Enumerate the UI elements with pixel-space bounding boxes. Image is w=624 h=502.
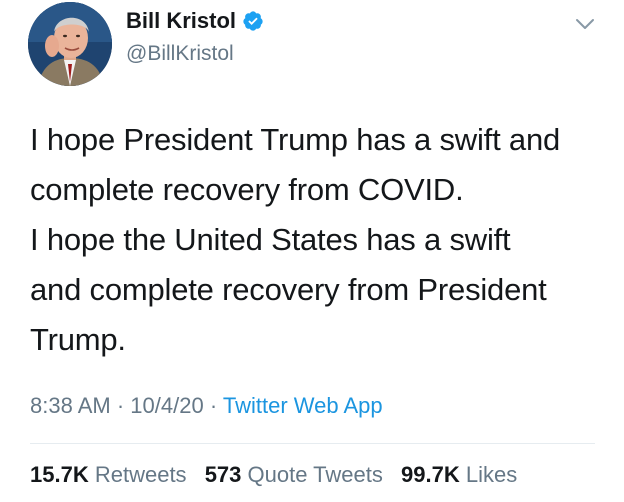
tweet-time[interactable]: 8:38 AM <box>30 393 111 418</box>
tweet-card: Bill Kristol @BillKristol I hope Preside… <box>0 0 624 502</box>
meta-separator: · <box>116 393 125 418</box>
avatar[interactable] <box>28 2 112 86</box>
tweet-text-line: I hope the United States has a swift <box>30 222 511 257</box>
author-handle[interactable]: @BillKristol <box>126 42 234 66</box>
tweet-text-line: complete recovery from COVID. <box>30 172 464 207</box>
divider <box>30 443 595 444</box>
quote-tweets-count: 573 <box>204 462 242 487</box>
author-display-name[interactable]: Bill Kristol <box>126 8 264 34</box>
verified-badge-icon <box>242 10 264 32</box>
author-name-text: Bill Kristol <box>126 8 237 33</box>
retweets-label: Retweets <box>94 462 187 487</box>
tweet-text-line: Trump. <box>30 322 126 357</box>
tweet-source-link[interactable]: Twitter Web App <box>223 393 383 418</box>
meta-separator: · <box>209 393 218 418</box>
quote-tweets-label: Quote Tweets <box>247 462 383 487</box>
likes-stat[interactable]: 99.7K Likes <box>401 462 517 488</box>
tweet-date[interactable]: 10/4/20 <box>130 393 203 418</box>
retweets-stat[interactable]: 15.7K Retweets <box>30 462 187 488</box>
profile-photo-icon <box>28 2 112 86</box>
tweet-text-line: and complete recovery from President <box>30 272 547 307</box>
likes-label: Likes <box>465 462 518 487</box>
tweet-text-line: I hope President Trump has a swift and <box>30 122 561 157</box>
chevron-down-icon[interactable] <box>572 14 598 34</box>
tweet-stats: 15.7K Retweets 573 Quote Tweets 99.7K Li… <box>30 462 529 488</box>
retweets-count: 15.7K <box>30 462 89 487</box>
tweet-text: I hope President Trump has a swift and c… <box>30 115 615 365</box>
tweet-meta: 8:38 AM · 10/4/20 · Twitter Web App <box>30 393 383 419</box>
likes-count: 99.7K <box>401 462 460 487</box>
quote-tweets-stat[interactable]: 573 Quote Tweets <box>205 462 383 488</box>
